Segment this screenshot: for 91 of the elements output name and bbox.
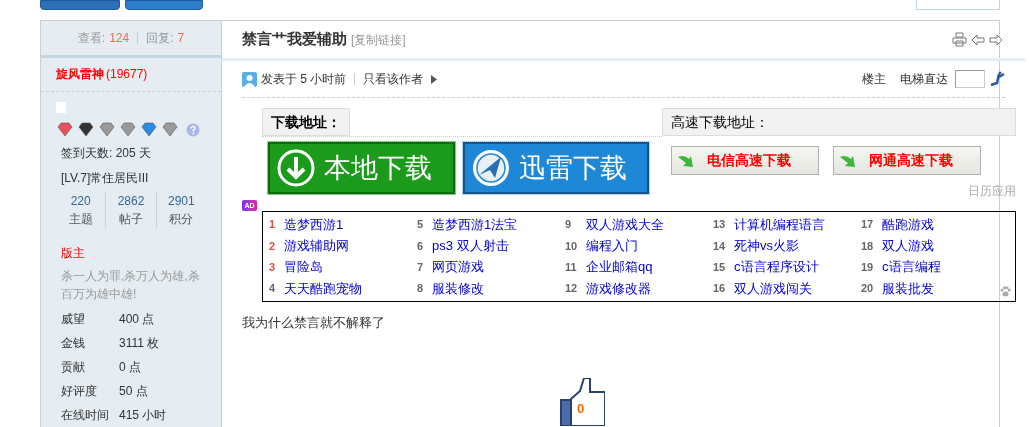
post-body: 我为什么禁言就不解释了 xyxy=(242,314,386,332)
ad-link[interactable]: c语言程序设计 xyxy=(734,257,819,277)
paw-icon xyxy=(1000,286,1011,297)
rank-number: 1 xyxy=(269,217,277,233)
rank-number: 5 xyxy=(417,217,425,233)
jump-icon[interactable] xyxy=(989,71,1005,87)
rank-number: 18 xyxy=(861,238,875,254)
rank-number: 2 xyxy=(269,238,277,254)
signin-days: 签到天数: 205 天 xyxy=(61,144,201,162)
user-level: [LV.7]常住居民III xyxy=(61,170,150,187)
field-label: 贡献 xyxy=(61,359,86,376)
rank-number: 19 xyxy=(861,259,875,275)
ad-link[interactable]: 造梦西游1 xyxy=(284,214,344,235)
rank-number: 10 xyxy=(565,238,579,254)
stat-label: 积分 xyxy=(169,211,194,228)
rank-number: 14 xyxy=(713,238,727,254)
new-post-button[interactable] xyxy=(125,0,203,10)
ad-link[interactable]: 游戏修改器 xyxy=(586,278,651,299)
ad-link[interactable]: 服装修改 xyxy=(432,278,484,299)
ad-link[interactable]: 计算机编程语言 xyxy=(734,214,825,235)
caret-icon xyxy=(431,74,438,84)
field-label: 威望 xyxy=(61,311,86,328)
ad-link[interactable]: 双人游戏大全 xyxy=(586,214,664,235)
rank-number: 17 xyxy=(861,217,875,233)
ad-link[interactable]: 死神vs火影 xyxy=(734,236,799,256)
user-role: 版主 xyxy=(61,245,86,262)
bird-logo-icon xyxy=(471,148,511,188)
post-time: 发表于 5 小时前 xyxy=(261,71,347,88)
ad-link[interactable]: 双人游戏闯关 xyxy=(734,278,812,299)
local-download-button[interactable]: 本地下载 xyxy=(268,142,455,194)
user-icon xyxy=(242,71,257,87)
download-header: 下载地址： xyxy=(262,108,350,136)
ad-link[interactable]: 冒险岛 xyxy=(284,257,323,277)
arrow-right-icon[interactable] xyxy=(989,33,1003,46)
field-value: 3111 枚 xyxy=(119,335,160,352)
jump-label: 电梯直达 xyxy=(900,71,948,88)
field-label: 好评度 xyxy=(61,383,98,400)
field-value: 415 小时 xyxy=(119,407,167,424)
fast-download-header: 高速下载地址： xyxy=(662,108,1016,136)
arrow-icon xyxy=(677,153,695,168)
rank-number: 3 xyxy=(269,259,277,275)
arrow-left-icon[interactable] xyxy=(971,33,985,46)
views-count: 124 xyxy=(109,30,130,48)
back-button[interactable] xyxy=(916,0,1000,10)
ad-link[interactable]: 编程入门 xyxy=(586,236,638,256)
ad-link[interactable]: 双人游戏 xyxy=(882,236,934,256)
floor-label: 楼主 xyxy=(862,71,886,88)
ad-link[interactable]: ps3 双人射击 xyxy=(432,236,509,256)
ad-link[interactable]: 天天酷跑宠物 xyxy=(284,278,362,299)
field-value: 400 点 xyxy=(119,311,155,328)
ad-link[interactable]: 游戏辅助网 xyxy=(284,236,349,256)
thunder-download-button[interactable]: 迅雷下载 xyxy=(463,142,649,194)
print-icon[interactable] xyxy=(952,32,967,47)
ad-link[interactable]: c语言编程 xyxy=(882,257,941,277)
like-count: 0 xyxy=(577,399,585,418)
ad-link[interactable]: 造梦西游1法宝 xyxy=(432,214,518,235)
stat-label: 主题 xyxy=(68,211,93,228)
ad-link[interactable]: 网页游戏 xyxy=(432,257,484,277)
field-value: 50 点 xyxy=(119,383,148,400)
replies-label: 回复: xyxy=(146,30,174,48)
rank-number: 12 xyxy=(565,281,579,297)
rank-number: 6 xyxy=(417,238,425,254)
rank-number: 7 xyxy=(417,259,425,275)
avatar-placeholder xyxy=(56,102,66,113)
floor-input[interactable] xyxy=(955,70,985,88)
arrow-icon xyxy=(839,153,857,168)
rank-number: 15 xyxy=(713,259,727,275)
stat-value[interactable]: 220 xyxy=(70,192,91,210)
ad-link[interactable]: 企业邮箱qq xyxy=(586,257,653,277)
stat-value[interactable]: 2901 xyxy=(167,192,195,210)
ad-link[interactable]: 酷跑游戏 xyxy=(882,214,934,235)
thread-title: 禁言艹我爱辅助 xyxy=(242,29,347,50)
rank-number: 11 xyxy=(565,259,578,275)
rank-number: 8 xyxy=(417,281,425,297)
user-motto: 杀一人为罪,杀万人为雄,杀百万为雄中雄! xyxy=(61,268,201,303)
only-author-link[interactable]: 只看该作者 xyxy=(363,70,424,88)
help-icon[interactable] xyxy=(186,123,200,137)
field-label: 金钱 xyxy=(61,335,86,352)
rank-number: 16 xyxy=(713,281,727,297)
field-label: 在线时间 xyxy=(61,407,110,424)
author-uid: (19677) xyxy=(106,66,148,84)
stat-value[interactable]: 2862 xyxy=(117,192,145,210)
rank-number: 9 xyxy=(565,217,573,233)
stat-label: 帖子 xyxy=(119,211,143,228)
field-value: 0 点 xyxy=(119,359,141,376)
views-label: 查看: xyxy=(77,30,106,48)
rank-number: 20 xyxy=(861,281,875,297)
ad-link[interactable]: 服装批发 xyxy=(882,278,934,299)
rank-number: 13 xyxy=(713,217,727,233)
replies-count: 7 xyxy=(177,30,185,48)
rank-number: 4 xyxy=(269,281,277,297)
